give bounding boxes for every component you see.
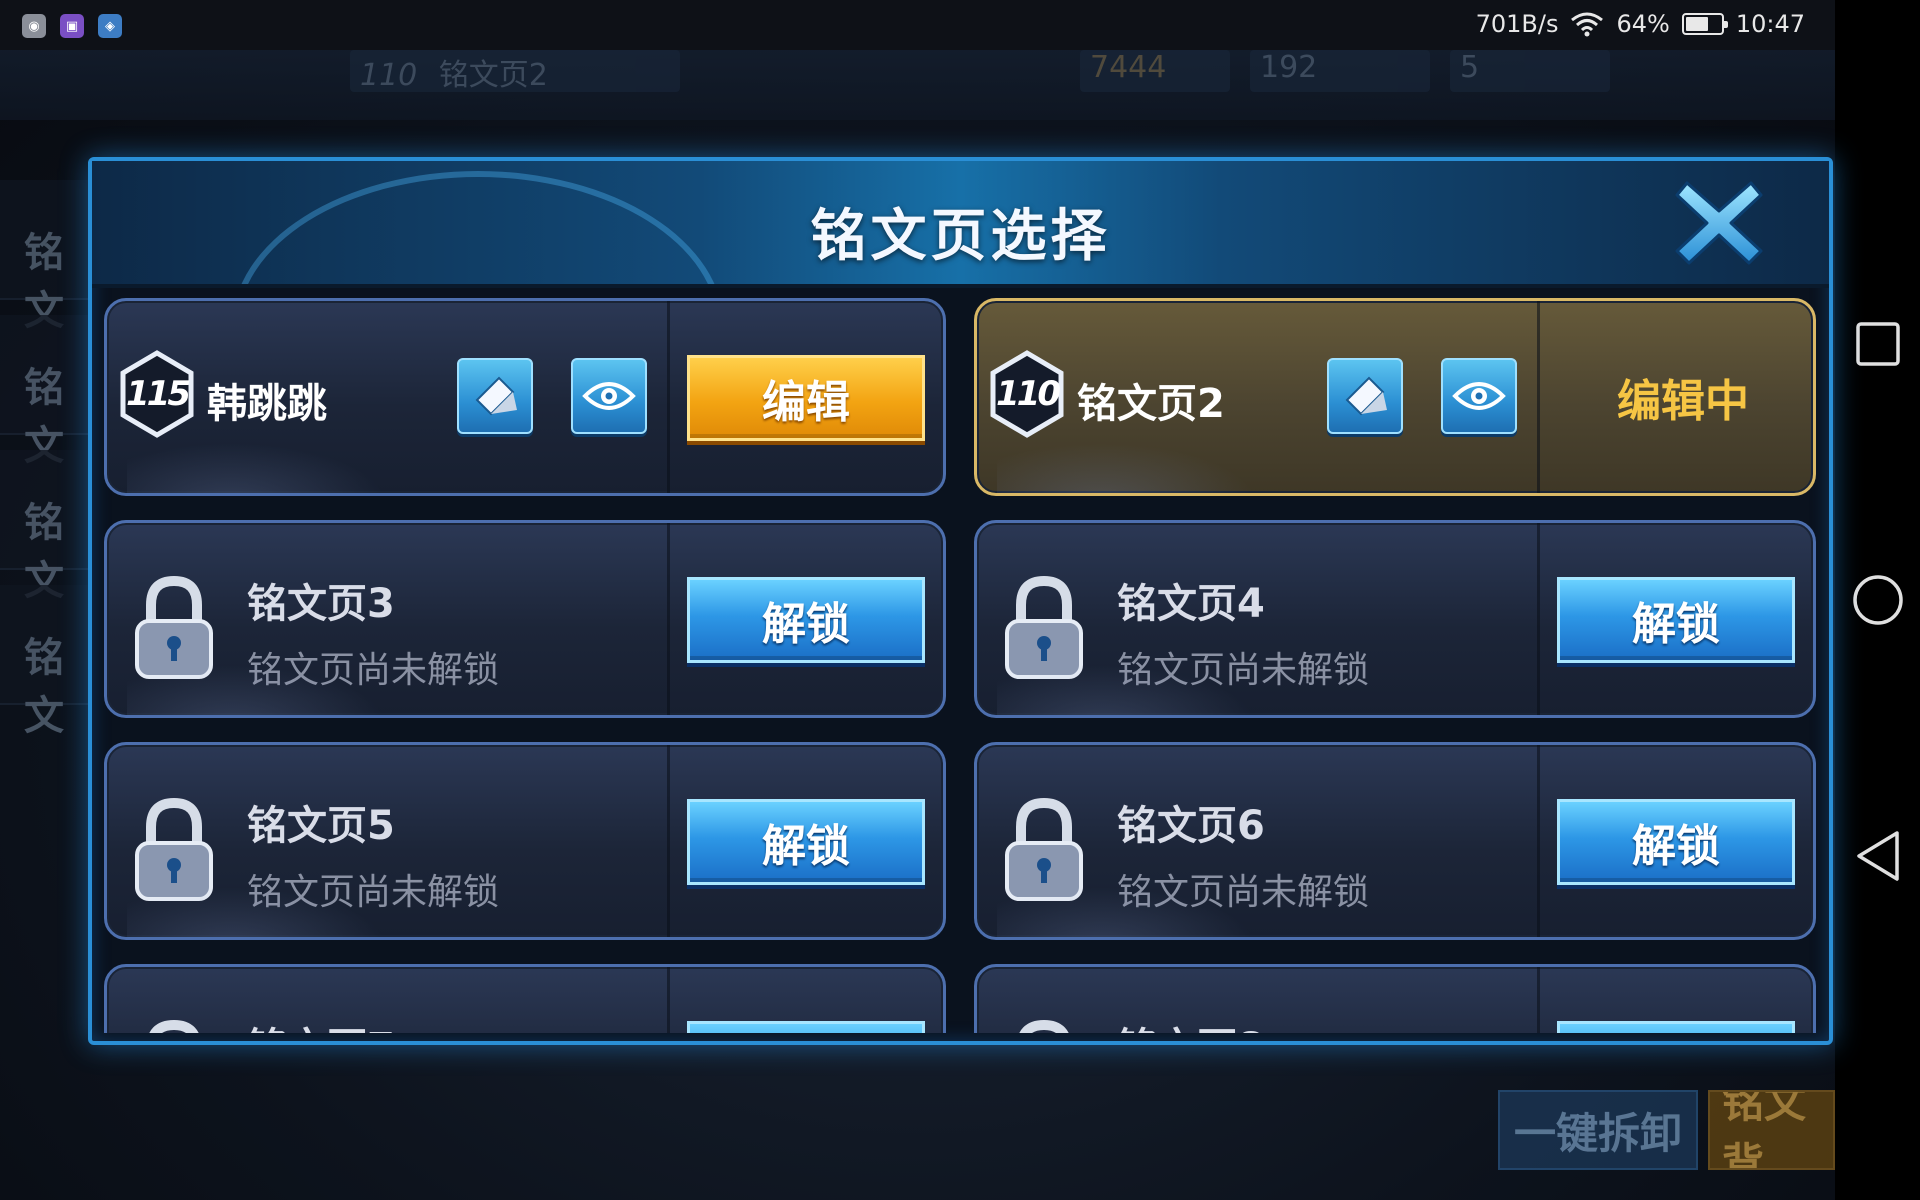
rune-page-card-8: 铭文页8: [974, 964, 1816, 1033]
rune-page-card-3: 铭文页3 铭文页尚未解锁 解锁: [104, 520, 946, 718]
navigation-bar: [1835, 0, 1920, 1200]
net-speed: 701B/s: [1475, 10, 1559, 38]
card-divider: [1537, 301, 1540, 493]
page-name: 铭文页8: [1117, 1015, 1265, 1033]
unlock-button[interactable]: [1557, 1021, 1795, 1033]
gold-value: 7444: [1090, 50, 1167, 85]
triangle-back-icon: [1856, 831, 1899, 881]
rune-page-card-4: 铭文页4 铭文页尚未解锁 解锁: [974, 520, 1816, 718]
card-divider: [667, 301, 670, 493]
home-button[interactable]: [1835, 560, 1920, 640]
rune-page-card-6: 铭文页6 铭文页尚未解锁 解锁: [974, 742, 1816, 940]
background-tab-2: 铭文: [0, 315, 95, 469]
lock-icon: [1005, 575, 1083, 679]
card-divider: [1537, 745, 1540, 937]
preview-button[interactable]: [1441, 358, 1517, 434]
background-page-label: 铭文页2: [438, 58, 548, 93]
clock: 10:47: [1735, 10, 1805, 38]
background-remove-all-button: 一键拆卸: [1498, 1090, 1698, 1170]
recent-apps-button[interactable]: [1835, 304, 1920, 384]
card-divider: [1537, 523, 1540, 715]
rune-page-card-1[interactable]: 115 韩跳跳 编辑: [104, 298, 946, 496]
page-name: 铭文页5: [247, 803, 395, 849]
rune-page-list[interactable]: 115 韩跳跳 编辑 110 铭文页2 编辑中 铭文页3 铭文页尚未解锁 解锁 …: [104, 298, 1819, 1033]
wifi-icon: [1571, 12, 1604, 37]
background-tab-4: 铭文: [0, 585, 95, 739]
fragment-value: 5: [1460, 50, 1480, 85]
unlock-button[interactable]: 解锁: [1557, 577, 1795, 663]
page-level: 115: [126, 374, 191, 414]
rune-page-select-dialog: 铭文页选择 115 韩跳跳 编辑 110 铭文页2 编辑中 铭文页3 铭文页尚未…: [88, 157, 1833, 1045]
card-divider: [1537, 967, 1540, 1033]
battery-percent: 64%: [1616, 10, 1670, 38]
background-gem-counter: 192: [1250, 50, 1430, 92]
pencil-icon: [475, 376, 517, 416]
notification-icons: ◉ ▣ ◈: [22, 14, 122, 38]
notification-app-icon: ◉: [22, 14, 46, 38]
card-divider: [667, 523, 670, 715]
status-indicators: 701B/s 64% 10:47: [1476, 10, 1805, 38]
eye-icon: [1452, 382, 1506, 410]
locked-status: 铭文页尚未解锁: [1117, 650, 1370, 691]
page-name: 铭文页7: [247, 1015, 395, 1033]
status-bar: ◉ ▣ ◈ 701B/s 64% 10:47: [0, 0, 1835, 50]
edit-button[interactable]: 编辑: [687, 355, 925, 441]
square-icon: [1855, 322, 1900, 366]
page-name: 韩跳跳: [207, 381, 327, 427]
page-name: 铭文页4: [1117, 581, 1265, 627]
lock-icon: [135, 575, 213, 679]
back-button[interactable]: [1835, 816, 1920, 896]
rename-button[interactable]: [457, 358, 533, 434]
rune-page-card-5: 铭文页5 铭文页尚未解锁 解锁: [104, 742, 946, 940]
remove-all-label: 一键拆卸: [1513, 1108, 1682, 1158]
dialog-header: 铭文页选择: [92, 161, 1829, 288]
page-name: 铭文页3: [247, 581, 395, 627]
unlock-button[interactable]: [687, 1021, 925, 1033]
page-name: 铭文页6: [1117, 803, 1265, 849]
card-divider: [667, 967, 670, 1033]
unlock-button[interactable]: 解锁: [687, 799, 925, 885]
lock-icon: [149, 1019, 199, 1033]
rune-bag-label: 铭文背: [1722, 1090, 1807, 1170]
editing-status-label: 编辑中: [1617, 376, 1749, 427]
page-name: 铭文页2: [1077, 381, 1225, 427]
eye-icon: [582, 382, 636, 410]
locked-status: 铭文页尚未解锁: [247, 650, 500, 691]
notification-game-icon: ◈: [98, 14, 122, 38]
dialog-title: 铭文页选择: [810, 204, 1111, 269]
card-divider: [667, 745, 670, 937]
lock-icon: [135, 797, 213, 901]
locked-status: 铭文页尚未解锁: [1117, 872, 1370, 913]
battery-icon: [1681, 13, 1728, 35]
background-tab-3: 铭文: [0, 450, 95, 604]
preview-button[interactable]: [571, 358, 647, 434]
rename-button[interactable]: [1327, 358, 1403, 434]
close-icon: [1675, 181, 1763, 265]
pencil-icon: [1345, 376, 1387, 416]
lock-icon: [1005, 797, 1083, 901]
gem-value: 192: [1260, 50, 1318, 85]
unlock-button[interactable]: 解锁: [1557, 799, 1795, 885]
rune-page-card-7: 铭文页7: [104, 964, 946, 1033]
page-level: 110: [996, 374, 1061, 414]
locked-status: 铭文页尚未解锁: [247, 872, 500, 913]
background-tab-label: 铭文: [24, 635, 64, 739]
background-tab-1: 铭文: [0, 180, 95, 334]
notification-gallery-icon: ▣: [60, 14, 84, 38]
rune-page-card-2[interactable]: 110 铭文页2 编辑中: [974, 298, 1816, 496]
background-page-selector: 110 铭文页2: [350, 50, 680, 93]
background-fragment-counter: 5: [1450, 50, 1610, 92]
background-hex-level: 110: [360, 58, 418, 93]
background-gold-counter: 7444: [1080, 50, 1230, 92]
lock-icon: [1019, 1019, 1069, 1033]
background-rune-bag-button: 铭文背: [1708, 1090, 1835, 1170]
unlock-button[interactable]: 解锁: [687, 577, 925, 663]
circle-icon: [1852, 575, 1903, 625]
battery-fill: [1685, 17, 1708, 31]
close-button[interactable]: [1669, 173, 1769, 273]
